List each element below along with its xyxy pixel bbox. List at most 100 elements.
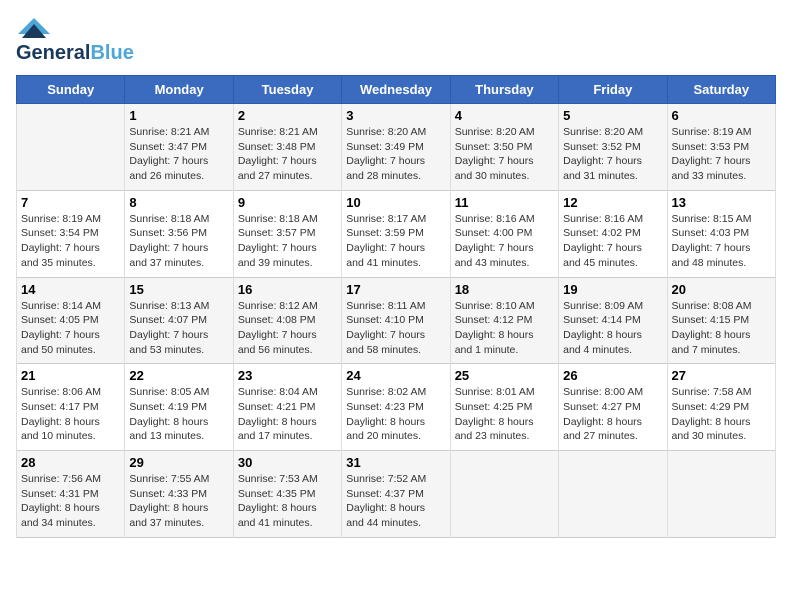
day-info: Sunrise: 8:18 AMSunset: 3:57 PMDaylight:… bbox=[238, 212, 337, 271]
day-number: 30 bbox=[238, 455, 337, 470]
day-info: Sunrise: 8:01 AMSunset: 4:25 PMDaylight:… bbox=[455, 385, 554, 444]
calendar-cell bbox=[559, 451, 667, 538]
calendar-cell: 6 Sunrise: 8:19 AMSunset: 3:53 PMDaylight… bbox=[667, 104, 775, 191]
calendar-cell: 24Sunrise: 8:02 AMSunset: 4:23 PMDayligh… bbox=[342, 364, 450, 451]
calendar-cell: 26 Sunrise: 8:00 AMSunset: 4:27 PMDayligh… bbox=[559, 364, 667, 451]
header-thursday: Thursday bbox=[450, 76, 558, 104]
page-header: GeneralBlue bbox=[16, 16, 776, 65]
day-info: Sunrise: 8:05 AMSunset: 4:19 PMDaylight:… bbox=[129, 385, 228, 444]
day-info: Sunrise: 8:14 AMSunset: 4:05 PMDaylight:… bbox=[21, 299, 120, 358]
day-number: 8 bbox=[129, 195, 228, 210]
calendar-header-row: SundayMondayTuesdayWednesdayThursdayFrid… bbox=[17, 76, 776, 104]
calendar-cell: 20 Sunrise: 8:08 AMSunset: 4:15 PMDayligh… bbox=[667, 277, 775, 364]
header-tuesday: Tuesday bbox=[233, 76, 341, 104]
day-info: Sunrise: 7:55 AMSunset: 4:33 PMDaylight:… bbox=[129, 472, 228, 531]
day-info: Sunrise: 8:20 AMSunset: 3:49 PMDaylight:… bbox=[346, 125, 445, 184]
day-info: Sunrise: 8:15 AMSunset: 4:03 PMDaylight:… bbox=[672, 212, 771, 271]
day-number: 9 bbox=[238, 195, 337, 210]
day-number: 27 bbox=[672, 368, 771, 383]
calendar-cell: 25 Sunrise: 8:01 AMSunset: 4:25 PMDayligh… bbox=[450, 364, 558, 451]
day-number: 5 bbox=[563, 108, 662, 123]
day-info: Sunrise: 8:20 AMSunset: 3:52 PMDaylight:… bbox=[563, 125, 662, 184]
day-number: 3 bbox=[346, 108, 445, 123]
day-info: Sunrise: 8:16 AMSunset: 4:02 PMDaylight:… bbox=[563, 212, 662, 271]
day-info: Sunrise: 7:56 AMSunset: 4:31 PMDaylight:… bbox=[21, 472, 120, 531]
header-wednesday: Wednesday bbox=[342, 76, 450, 104]
day-info: Sunrise: 7:53 AMSunset: 4:35 PMDaylight:… bbox=[238, 472, 337, 531]
day-number: 6 bbox=[672, 108, 771, 123]
calendar-cell: 11 Sunrise: 8:16 AMSunset: 4:00 PMDayligh… bbox=[450, 190, 558, 277]
day-info: Sunrise: 8:08 AMSunset: 4:15 PMDaylight:… bbox=[672, 299, 771, 358]
calendar-cell bbox=[450, 451, 558, 538]
day-number: 22 bbox=[129, 368, 228, 383]
week-row-5: 28 Sunrise: 7:56 AMSunset: 4:31 PMDayligh… bbox=[17, 451, 776, 538]
calendar-cell: 21Sunrise: 8:06 AMSunset: 4:17 PMDayligh… bbox=[17, 364, 125, 451]
calendar-cell: 19 Sunrise: 8:09 AMSunset: 4:14 PMDayligh… bbox=[559, 277, 667, 364]
week-row-1: 1Sunrise: 8:21 AMSunset: 3:47 PMDaylight… bbox=[17, 104, 776, 191]
calendar-cell: 14 Sunrise: 8:14 AMSunset: 4:05 PMDayligh… bbox=[17, 277, 125, 364]
day-number: 28 bbox=[21, 455, 120, 470]
day-number: 29 bbox=[129, 455, 228, 470]
day-number: 23 bbox=[238, 368, 337, 383]
calendar-cell: 17 Sunrise: 8:11 AMSunset: 4:10 PMDayligh… bbox=[342, 277, 450, 364]
week-row-2: 7 Sunrise: 8:19 AMSunset: 3:54 PMDaylight… bbox=[17, 190, 776, 277]
day-number: 7 bbox=[21, 195, 120, 210]
calendar-cell: 13 Sunrise: 8:15 AMSunset: 4:03 PMDayligh… bbox=[667, 190, 775, 277]
day-info: Sunrise: 7:52 AMSunset: 4:37 PMDaylight:… bbox=[346, 472, 445, 531]
day-info: Sunrise: 8:16 AMSunset: 4:00 PMDaylight:… bbox=[455, 212, 554, 271]
calendar-cell: 29 Sunrise: 7:55 AMSunset: 4:33 PMDayligh… bbox=[125, 451, 233, 538]
day-number: 13 bbox=[672, 195, 771, 210]
day-number: 11 bbox=[455, 195, 554, 210]
header-saturday: Saturday bbox=[667, 76, 775, 104]
day-number: 26 bbox=[563, 368, 662, 383]
day-info: Sunrise: 8:04 AMSunset: 4:21 PMDaylight:… bbox=[238, 385, 337, 444]
day-info: Sunrise: 8:00 AMSunset: 4:27 PMDaylight:… bbox=[563, 385, 662, 444]
calendar-cell: 8 Sunrise: 8:18 AMSunset: 3:56 PMDaylight… bbox=[125, 190, 233, 277]
calendar-table: SundayMondayTuesdayWednesdayThursdayFrid… bbox=[16, 75, 776, 538]
day-number: 10 bbox=[346, 195, 445, 210]
day-info: Sunrise: 8:11 AMSunset: 4:10 PMDaylight:… bbox=[346, 299, 445, 358]
day-number: 17 bbox=[346, 282, 445, 297]
calendar-cell: 27 Sunrise: 7:58 AMSunset: 4:29 PMDayligh… bbox=[667, 364, 775, 451]
calendar-cell: 31Sunrise: 7:52 AMSunset: 4:37 PMDayligh… bbox=[342, 451, 450, 538]
calendar-cell: 12 Sunrise: 8:16 AMSunset: 4:02 PMDayligh… bbox=[559, 190, 667, 277]
day-number: 1 bbox=[129, 108, 228, 123]
calendar-cell: 10Sunrise: 8:17 AMSunset: 3:59 PMDayligh… bbox=[342, 190, 450, 277]
day-number: 14 bbox=[21, 282, 120, 297]
calendar-cell: 28 Sunrise: 7:56 AMSunset: 4:31 PMDayligh… bbox=[17, 451, 125, 538]
day-number: 19 bbox=[563, 282, 662, 297]
day-info: Sunrise: 8:21 AMSunset: 3:48 PMDaylight:… bbox=[238, 125, 337, 184]
header-friday: Friday bbox=[559, 76, 667, 104]
day-number: 18 bbox=[455, 282, 554, 297]
day-info: Sunrise: 8:19 AMSunset: 3:54 PMDaylight:… bbox=[21, 212, 120, 271]
day-info: Sunrise: 8:18 AMSunset: 3:56 PMDaylight:… bbox=[129, 212, 228, 271]
day-number: 20 bbox=[672, 282, 771, 297]
day-info: Sunrise: 8:02 AMSunset: 4:23 PMDaylight:… bbox=[346, 385, 445, 444]
day-info: Sunrise: 8:20 AMSunset: 3:50 PMDaylight:… bbox=[455, 125, 554, 184]
day-info: Sunrise: 7:58 AMSunset: 4:29 PMDaylight:… bbox=[672, 385, 771, 444]
calendar-cell: 23 Sunrise: 8:04 AMSunset: 4:21 PMDayligh… bbox=[233, 364, 341, 451]
header-monday: Monday bbox=[125, 76, 233, 104]
logo-blue: Blue bbox=[90, 42, 133, 64]
day-number: 15 bbox=[129, 282, 228, 297]
calendar-cell: 9 Sunrise: 8:18 AMSunset: 3:57 PMDaylight… bbox=[233, 190, 341, 277]
day-number: 4 bbox=[455, 108, 554, 123]
day-info: Sunrise: 8:09 AMSunset: 4:14 PMDaylight:… bbox=[563, 299, 662, 358]
day-info: Sunrise: 8:12 AMSunset: 4:08 PMDaylight:… bbox=[238, 299, 337, 358]
calendar-cell: 1Sunrise: 8:21 AMSunset: 3:47 PMDaylight… bbox=[125, 104, 233, 191]
calendar-cell: 5 Sunrise: 8:20 AMSunset: 3:52 PMDaylight… bbox=[559, 104, 667, 191]
calendar-cell: 22 Sunrise: 8:05 AMSunset: 4:19 PMDayligh… bbox=[125, 364, 233, 451]
calendar-cell bbox=[667, 451, 775, 538]
logo: GeneralBlue bbox=[16, 16, 134, 65]
day-info: Sunrise: 8:13 AMSunset: 4:07 PMDaylight:… bbox=[129, 299, 228, 358]
day-number: 12 bbox=[563, 195, 662, 210]
week-row-3: 14 Sunrise: 8:14 AMSunset: 4:05 PMDayligh… bbox=[17, 277, 776, 364]
calendar-cell: 7 Sunrise: 8:19 AMSunset: 3:54 PMDaylight… bbox=[17, 190, 125, 277]
calendar-cell: 18 Sunrise: 8:10 AMSunset: 4:12 PMDayligh… bbox=[450, 277, 558, 364]
day-number: 25 bbox=[455, 368, 554, 383]
calendar-cell: 3 Sunrise: 8:20 AMSunset: 3:49 PMDaylight… bbox=[342, 104, 450, 191]
day-info: Sunrise: 8:19 AMSunset: 3:53 PMDaylight:… bbox=[672, 125, 771, 184]
day-number: 21 bbox=[21, 368, 120, 383]
header-sunday: Sunday bbox=[17, 76, 125, 104]
day-info: Sunrise: 8:10 AMSunset: 4:12 PMDaylight:… bbox=[455, 299, 554, 358]
